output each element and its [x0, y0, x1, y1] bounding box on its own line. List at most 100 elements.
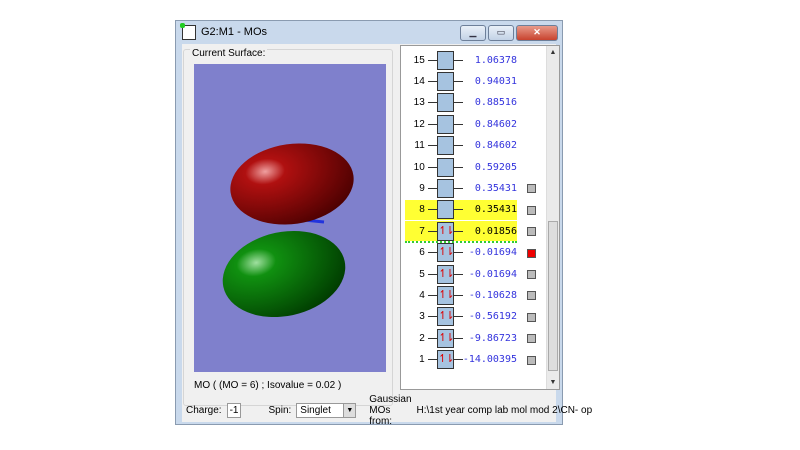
level-line [454, 187, 464, 189]
occupancy-box [436, 136, 455, 156]
level-line [454, 209, 464, 211]
scrollbar-thumb[interactable] [548, 221, 558, 371]
chevron-down-icon[interactable]: ▼ [343, 403, 356, 417]
surface-marker[interactable] [527, 248, 536, 258]
level-line [427, 294, 437, 296]
mo-row[interactable]: 12 0.84602 [405, 114, 517, 134]
surface-marker[interactable] [527, 291, 536, 301]
mos-window: G2:M1 - MOs ▁ ▭ ✕ Current Surface: MO ( … [175, 20, 592, 427]
mo-energy: 0.59205 [474, 161, 517, 173]
mo-energy: 0.35431 [474, 182, 517, 194]
level-line [454, 316, 464, 318]
mo-row[interactable]: 5 ↿⇂ -0.01694 [405, 264, 517, 284]
mo-energy: -9.86723 [468, 332, 517, 344]
minimize-button[interactable]: ▁ [460, 25, 486, 41]
spin-label: Spin: [268, 404, 292, 416]
source-label: Gaussian MOs from: [369, 393, 412, 427]
level-line [427, 102, 437, 104]
mo-number: 12 [413, 118, 425, 130]
mo-number: 1 [419, 354, 425, 366]
mo-row[interactable]: 7 ↿⇂ 0.01856 [405, 221, 517, 242]
level-line [427, 80, 437, 82]
charge-label: Charge: [186, 404, 222, 416]
mo-energy: 0.84602 [474, 140, 517, 152]
surface-marker[interactable] [527, 355, 536, 365]
mo-number: 13 [413, 97, 425, 109]
mo-number: 6 [419, 247, 425, 259]
spin-value: Singlet [300, 404, 331, 416]
level-line [427, 359, 437, 361]
level-line [427, 209, 437, 211]
surface-marker[interactable] [527, 184, 536, 194]
level-line [454, 102, 464, 104]
mo-row[interactable]: 3 ↿⇂ -0.56192 [405, 307, 517, 327]
level-line [427, 273, 437, 275]
mo-row[interactable]: 4 ↿⇂ -0.10628 [405, 285, 517, 305]
level-line [427, 252, 437, 254]
occupancy-box: ↿⇂ [436, 243, 455, 263]
mo-number: 9 [419, 182, 425, 194]
mo-number: 10 [413, 161, 425, 173]
charge-input[interactable]: -1 [226, 402, 242, 418]
mo-row[interactable]: 15 1.06378 [405, 50, 517, 70]
mo-row[interactable]: 14 0.94031 [405, 71, 517, 91]
level-line [453, 359, 463, 361]
app-icon [180, 22, 196, 40]
mo-energy: 1.06378 [474, 54, 517, 66]
mo-row[interactable]: 10 0.59205 [405, 157, 517, 177]
scroll-up-icon[interactable]: ▲ [547, 49, 559, 56]
mo-number: 4 [419, 289, 425, 301]
mo-energy: -0.01694 [468, 268, 517, 280]
mo-row[interactable]: 1 ↿⇂ -14.00395 [405, 350, 517, 370]
surface-marker[interactable] [527, 227, 536, 237]
mo-energy: -0.01694 [468, 247, 517, 259]
mo-row[interactable]: 8 0.35431 [405, 199, 517, 220]
mo-energy: -0.10628 [468, 289, 517, 301]
surface-marker[interactable] [527, 334, 536, 344]
occupancy-box [436, 71, 455, 91]
surface-marker[interactable] [527, 270, 536, 279]
occupancy-box: ↿⇂ [436, 328, 455, 348]
occupancy-box [436, 114, 455, 134]
mo-row[interactable]: 13 0.88516 [405, 93, 517, 113]
positive-lobe [230, 143, 354, 225]
title-bar[interactable]: G2:M1 - MOs ▁ ▭ ✕ [176, 21, 562, 43]
mo-energy: 0.35431 [474, 204, 517, 216]
level-line [454, 337, 464, 339]
spin-select[interactable]: Singlet ▼ [296, 402, 357, 418]
mo-list[interactable]: ▲ ▼ 15 1.06378 14 0.94031 13 0.88516 12 0.84602… [400, 45, 560, 390]
level-line [454, 145, 464, 147]
level-line [427, 230, 437, 232]
surface-marker[interactable] [527, 205, 536, 215]
mo-row[interactable]: 2 ↿⇂ -9.86723 [405, 328, 517, 348]
surface-marker[interactable] [527, 312, 536, 322]
level-line [454, 294, 464, 296]
mo-energy: 0.84602 [474, 118, 517, 130]
occupancy-box [436, 178, 455, 198]
surface-caption: MO ( (MO = 6) ; Isovalue = 0.02 ) [194, 380, 342, 391]
scrollbar[interactable]: ▲ ▼ [546, 46, 559, 389]
mo-number: 5 [419, 268, 425, 280]
scroll-down-icon[interactable]: ▼ [547, 379, 559, 386]
mo-energy: 0.88516 [474, 97, 517, 109]
level-line [454, 80, 464, 82]
mo-energy: -14.00395 [462, 354, 517, 366]
orbital-viewport[interactable] [194, 64, 386, 372]
level-line [427, 187, 437, 189]
level-line [427, 59, 437, 61]
occupancy-box [436, 50, 455, 70]
window-title: G2:M1 - MOs [201, 26, 268, 38]
mo-row[interactable]: 6 ↿⇂ -0.01694 [405, 243, 517, 263]
close-button[interactable]: ✕ [516, 25, 558, 41]
level-line [454, 123, 464, 125]
negative-lobe [222, 230, 346, 318]
mo-energy: 0.94031 [474, 75, 517, 87]
occupancy-box [436, 157, 455, 177]
occupancy-box [436, 200, 455, 220]
occupancy-box: ↿⇂ [436, 221, 455, 241]
maximize-button[interactable]: ▭ [488, 25, 514, 41]
level-line [427, 166, 437, 168]
mo-row[interactable]: 11 0.84602 [405, 136, 517, 156]
mo-row[interactable]: 9 0.35431 [405, 178, 517, 198]
occupancy-box: ↿⇂ [436, 350, 454, 370]
